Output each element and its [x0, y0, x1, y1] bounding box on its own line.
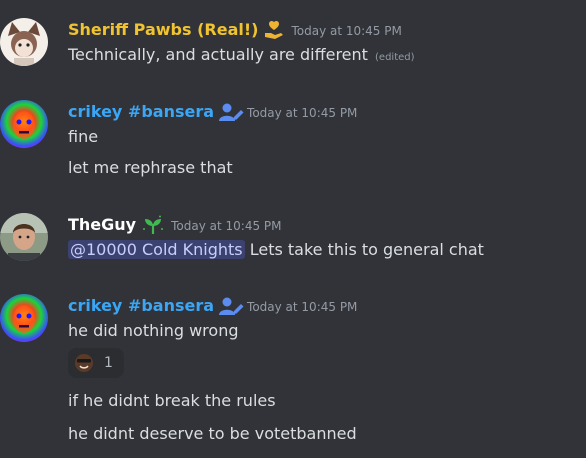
message-header: TheGuy Today at 10:45 PM: [68, 213, 282, 237]
reaction-button[interactable]: 1: [68, 348, 124, 378]
message-text: Technically, and actually are different: [68, 45, 368, 64]
reaction-count: 1: [104, 355, 113, 371]
message-text: let me rephrase that: [68, 158, 233, 177]
message-text: he did nothing wrong: [68, 321, 239, 340]
message-text: he didnt deserve to be votetbanned: [68, 424, 357, 443]
message-text: fine: [68, 127, 99, 146]
username[interactable]: crikey #bansera: [68, 296, 214, 316]
timestamp[interactable]: Today at 10:45 PM: [247, 297, 357, 315]
timestamp[interactable]: Today at 10:45 PM: [247, 103, 357, 121]
avatar[interactable]: [0, 294, 48, 342]
hand-heart-icon: [263, 20, 285, 40]
avatar[interactable]: [0, 100, 48, 148]
message-content: @10000 Cold Knights Lets take this to ge…: [68, 239, 484, 261]
user-mention[interactable]: @10000 Cold Knights: [68, 240, 245, 259]
avatar[interactable]: [0, 213, 48, 261]
username[interactable]: TheGuy: [68, 215, 136, 235]
sprout-icon: [141, 215, 165, 235]
message-header: Sheriff Pawbs (Real!) Today at 10:45 PM: [68, 18, 402, 42]
username[interactable]: crikey #bansera: [68, 102, 214, 122]
message-header: crikey #bansera Today at 10:45 PM: [68, 294, 357, 318]
message-text: Lets take this to general chat: [249, 240, 484, 259]
message-text: if he didnt break the rules: [68, 391, 276, 410]
username[interactable]: Sheriff Pawbs (Real!): [68, 20, 258, 40]
timestamp[interactable]: Today at 10:45 PM: [291, 21, 401, 39]
timestamp[interactable]: Today at 10:45 PM: [171, 216, 281, 234]
message-content: Technically, and actually are different …: [68, 44, 415, 69]
user-edit-icon: [219, 296, 244, 316]
user-edit-icon: [219, 102, 244, 122]
message-header: crikey #bansera Today at 10:45 PM: [68, 100, 357, 124]
face-emoji-icon: [74, 353, 94, 373]
avatar[interactable]: [0, 18, 48, 66]
edited-label: (edited): [375, 52, 415, 63]
